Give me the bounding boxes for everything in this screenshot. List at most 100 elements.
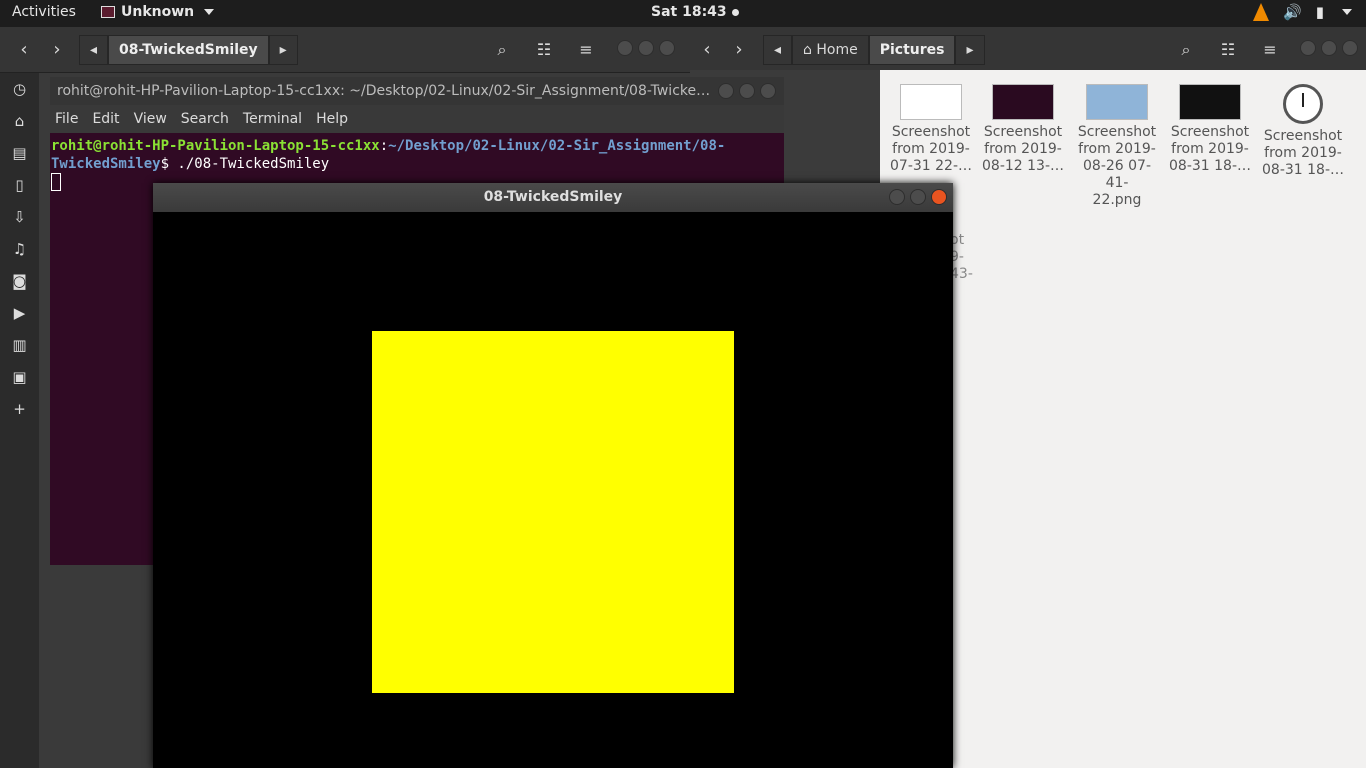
- clock[interactable]: Sat 18:43: [651, 4, 739, 20]
- clock-thumbnail-icon: [1283, 84, 1323, 124]
- drive-icon[interactable]: ▣: [0, 361, 39, 393]
- forward-icon[interactable]: ›: [725, 36, 753, 64]
- music-icon[interactable]: ♫: [0, 233, 39, 265]
- home-icon: ⌂: [803, 42, 817, 58]
- close-icon[interactable]: [760, 83, 776, 99]
- video-icon[interactable]: ▶: [0, 297, 39, 329]
- document-icon[interactable]: ▯: [0, 169, 39, 201]
- opengl-title: 08-TwickedSmiley: [483, 189, 623, 205]
- file-item[interactable]: Screenshot from 2019- 08-26 07-41- 22.pn…: [1072, 84, 1162, 209]
- terminal-title: rohit@rohit-HP-Pavilion-Laptop-15-cc1xx:…: [57, 83, 711, 99]
- path-right-arrow-icon[interactable]: ▸: [955, 35, 985, 65]
- menu-help[interactable]: Help: [316, 111, 348, 127]
- app-menu-label: Unknown: [121, 4, 195, 20]
- file-name-line: Screenshot: [1170, 124, 1250, 140]
- home-icon[interactable]: ⌂: [0, 105, 39, 137]
- minimize-icon[interactable]: [889, 189, 905, 205]
- file-manager-right-header: ‹ › ◂ ⌂ Home Pictures ▸ ⌕ ☷ ≡: [690, 27, 1366, 73]
- path-home-label: Home: [816, 42, 858, 58]
- file-item[interactable]: Screenshot from 2019- 08-31 18-…: [1165, 84, 1255, 175]
- file-item[interactable]: Screenshot from 2019- 08-12 13-…: [978, 84, 1068, 175]
- file-name-line: Screenshot: [1077, 124, 1157, 140]
- volume-icon[interactable]: 🔊: [1283, 3, 1302, 21]
- maximize-icon[interactable]: [638, 40, 654, 56]
- maximize-icon[interactable]: [910, 189, 926, 205]
- partially-hidden-file-label: ot 9- 43-: [950, 232, 973, 283]
- ghost-line: ot: [950, 232, 965, 248]
- close-icon[interactable]: [931, 189, 947, 205]
- system-menu-chevron-icon[interactable]: [1342, 9, 1352, 15]
- file-item[interactable]: Screenshot from 2019- 08-31 18-…: [1258, 84, 1348, 179]
- path-right-arrow-icon[interactable]: ▸: [268, 35, 298, 65]
- command-text: $ ./08-TwickedSmiley: [160, 156, 330, 172]
- menu-edit[interactable]: Edit: [92, 111, 119, 127]
- vlc-icon[interactable]: [1253, 3, 1270, 21]
- file-name-line: 08-26 07-41-: [1083, 158, 1151, 191]
- back-icon[interactable]: ‹: [10, 36, 38, 64]
- app-menu[interactable]: Unknown: [101, 4, 215, 20]
- file-name-line: Screenshot: [1263, 128, 1343, 144]
- search-icon[interactable]: ⌕: [485, 35, 519, 65]
- file-name-line: Screenshot: [983, 124, 1063, 140]
- path-left-arrow-icon[interactable]: ◂: [79, 35, 109, 65]
- menu-file[interactable]: File: [55, 111, 78, 127]
- prompt-user: rohit@rohit-HP-Pavilion-Laptop-15-cc1xx: [51, 138, 380, 154]
- camera-icon[interactable]: ◙: [0, 265, 39, 297]
- maximize-icon[interactable]: [1321, 40, 1337, 56]
- file-thumbnail: [900, 84, 962, 120]
- path-bar: ◂ ⌂ Home Pictures ▸: [763, 35, 985, 65]
- opengl-titlebar[interactable]: 08-TwickedSmiley: [153, 183, 953, 212]
- path-home[interactable]: ⌂ Home: [792, 35, 869, 65]
- terminal-cursor: [51, 173, 61, 191]
- prompt-path-continued: TwickedSmiley: [51, 156, 161, 172]
- minimize-icon[interactable]: [718, 83, 734, 99]
- file-name-line: from 2019-: [1171, 141, 1249, 157]
- menu-icon[interactable]: ≡: [1253, 35, 1287, 65]
- path-left-arrow-icon[interactable]: ◂: [763, 35, 793, 65]
- path-bar: ◂ 08-TwickedSmiley ▸: [79, 35, 298, 65]
- file-name-line: 08-31 18-…: [1262, 162, 1344, 178]
- file-thumbnail: [1179, 84, 1241, 120]
- recent-icon[interactable]: ◷: [0, 73, 39, 105]
- forward-icon[interactable]: ›: [43, 36, 71, 64]
- terminal-titlebar[interactable]: rohit@rohit-HP-Pavilion-Laptop-15-cc1xx:…: [50, 77, 784, 105]
- file-thumbnail: [1086, 84, 1148, 120]
- trash-icon[interactable]: ▥: [0, 329, 39, 361]
- minimize-icon[interactable]: [1300, 40, 1316, 56]
- maximize-icon[interactable]: [739, 83, 755, 99]
- file-manager-left-header: ‹ › ◂ 08-TwickedSmiley ▸ ⌕ ☷ ≡: [0, 27, 690, 73]
- minimize-icon[interactable]: [617, 40, 633, 56]
- battery-icon[interactable]: ▮: [1316, 3, 1324, 21]
- file-name-line: from 2019-: [984, 141, 1062, 157]
- activities-button[interactable]: Activities: [12, 4, 76, 20]
- menu-view[interactable]: View: [134, 111, 167, 127]
- back-icon[interactable]: ‹: [693, 36, 721, 64]
- close-icon[interactable]: [1342, 40, 1358, 56]
- opengl-window: 08-TwickedSmiley: [153, 183, 953, 768]
- add-icon[interactable]: +: [0, 393, 39, 425]
- prompt-path: ~/Desktop/02-Linux/02-Sir_Assignment/08-: [388, 138, 726, 154]
- system-tray: 🔊 ▮: [1253, 3, 1352, 21]
- file-name-line: 07-31 22-…: [890, 158, 972, 174]
- view-options-icon[interactable]: ☷: [1211, 35, 1245, 65]
- menu-search[interactable]: Search: [181, 111, 229, 127]
- window-controls: [617, 40, 675, 56]
- terminal-menubar: File Edit View Search Terminal Help: [50, 105, 784, 133]
- view-options-icon[interactable]: ☷: [527, 35, 561, 65]
- top-bar: Activities Unknown Sat 18:43 🔊 ▮: [0, 0, 1366, 27]
- search-icon[interactable]: ⌕: [1169, 35, 1203, 65]
- menu-icon[interactable]: ≡: [569, 35, 603, 65]
- file-name-line: 22.png: [1092, 192, 1142, 208]
- path-current-folder[interactable]: Pictures: [868, 35, 956, 65]
- terminal-app-icon: [101, 6, 115, 18]
- window-controls: [718, 83, 776, 99]
- file-name-line: 08-12 13-…: [982, 158, 1064, 174]
- download-icon[interactable]: ⇩: [0, 201, 39, 233]
- ghost-line: 43-: [950, 266, 973, 282]
- close-icon[interactable]: [659, 40, 675, 56]
- menu-terminal[interactable]: Terminal: [243, 111, 302, 127]
- desktop: Activities Unknown Sat 18:43 🔊 ▮ ‹ › ◂ 0…: [0, 0, 1366, 768]
- folder-icon[interactable]: ▤: [0, 137, 39, 169]
- file-item[interactable]: Screenshot from 2019- 07-31 22-…: [886, 84, 976, 175]
- path-current-folder[interactable]: 08-TwickedSmiley: [108, 35, 269, 65]
